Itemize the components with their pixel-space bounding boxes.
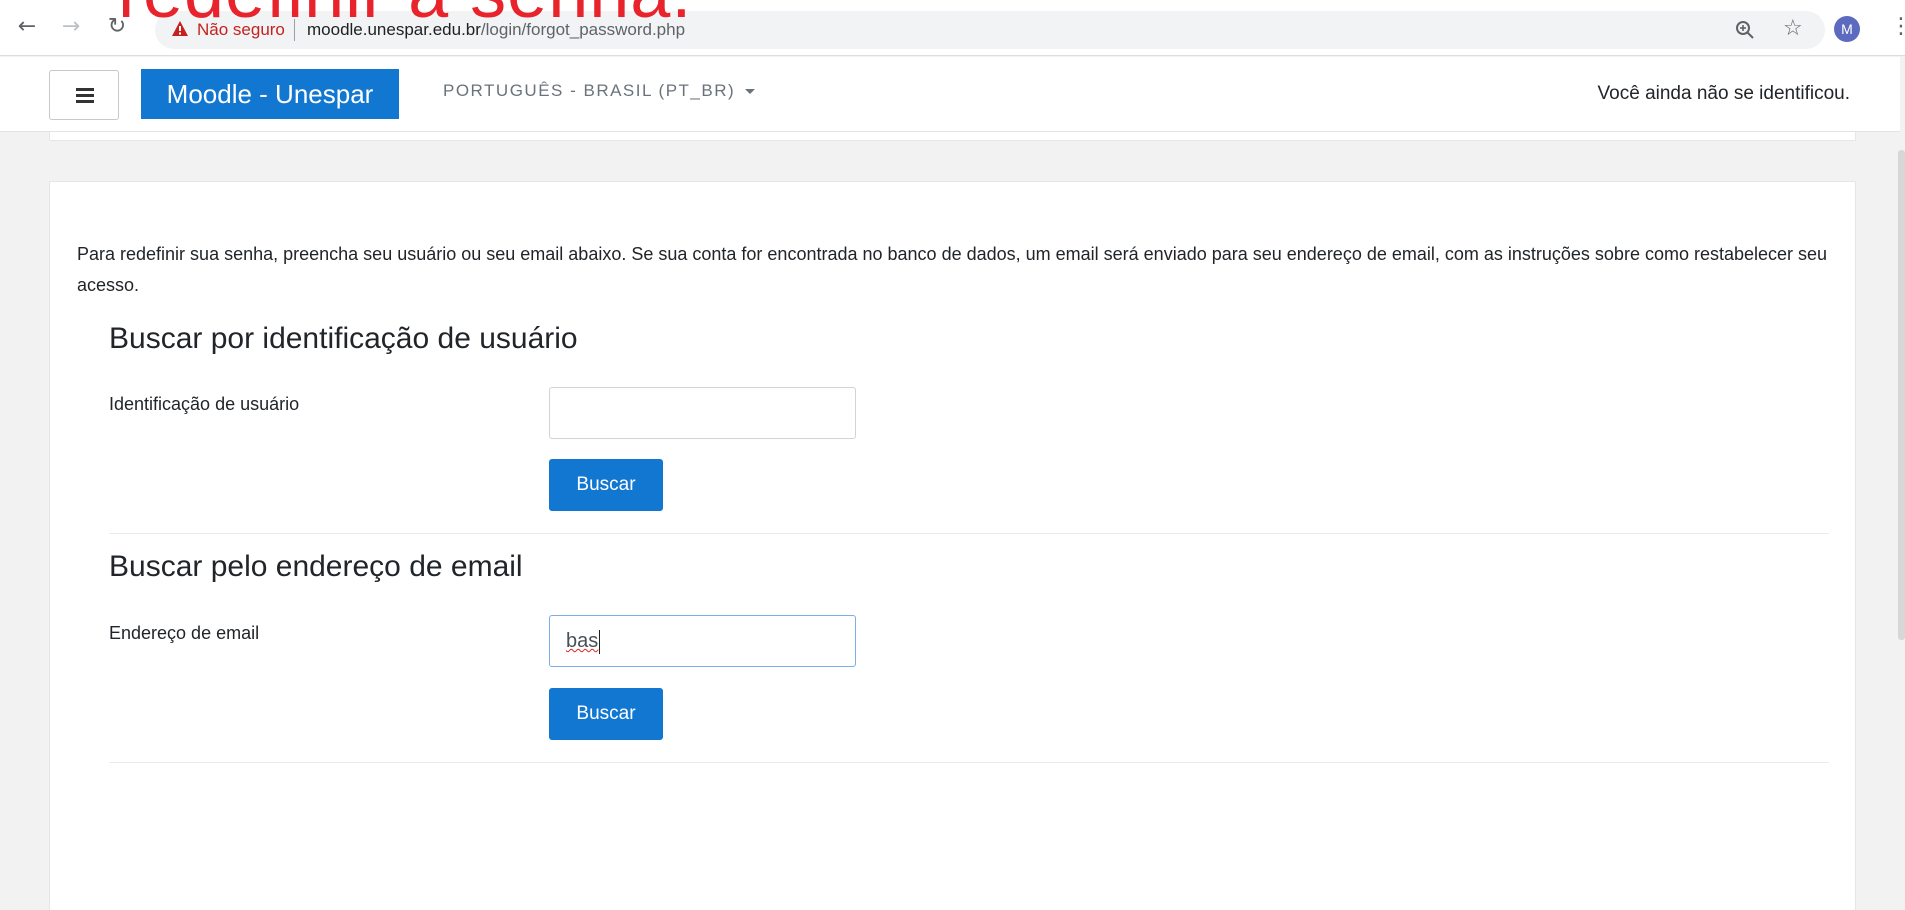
header-strip bbox=[49, 132, 1856, 141]
zoom-icon[interactable] bbox=[1735, 20, 1755, 40]
browser-menu-icon[interactable]: ⋮ bbox=[1890, 14, 1905, 39]
email-input[interactable]: bas bbox=[549, 615, 856, 667]
profile-avatar[interactable]: M bbox=[1834, 16, 1860, 42]
email-value: bas bbox=[566, 630, 599, 652]
section-divider bbox=[109, 533, 1829, 534]
username-section-title: Buscar por identificação de usuário bbox=[109, 322, 578, 355]
language-label: PORTUGUÊS - BRASIL (PT_BR) bbox=[443, 81, 736, 100]
search-email-button[interactable]: Buscar bbox=[549, 688, 663, 740]
email-section-title: Buscar pelo endereço de email bbox=[109, 550, 523, 583]
forward-arrow-icon[interactable]: → bbox=[58, 14, 84, 40]
overlay-title: redefinir a senha. bbox=[118, 0, 692, 29]
site-brand[interactable]: Moodle - Unespar bbox=[141, 69, 399, 119]
back-arrow-icon[interactable]: ← bbox=[14, 14, 40, 40]
hamburger-menu-icon[interactable] bbox=[49, 70, 119, 120]
main-card: Para redefinir sua senha, preencha seu u… bbox=[49, 181, 1856, 910]
intro-text: Para redefinir sua senha, preencha seu u… bbox=[77, 244, 1828, 295]
username-input[interactable] bbox=[549, 387, 856, 439]
language-selector[interactable]: PORTUGUÊS - BRASIL (PT_BR) bbox=[443, 81, 756, 101]
bookmark-star-icon[interactable]: ☆ bbox=[1783, 16, 1803, 41]
caret-down-icon bbox=[745, 89, 756, 95]
site-navbar: Moodle - Unespar PORTUGUÊS - BRASIL (PT_… bbox=[0, 57, 1900, 132]
section-divider bbox=[109, 762, 1829, 763]
login-status: Você ainda não se identificou. bbox=[1597, 83, 1850, 104]
page-scrollbar[interactable] bbox=[1898, 150, 1905, 640]
text-cursor bbox=[599, 629, 601, 654]
search-username-button[interactable]: Buscar bbox=[549, 459, 663, 511]
email-label: Endereço de email bbox=[109, 623, 260, 643]
username-label: Identificação de usuário bbox=[109, 394, 300, 414]
